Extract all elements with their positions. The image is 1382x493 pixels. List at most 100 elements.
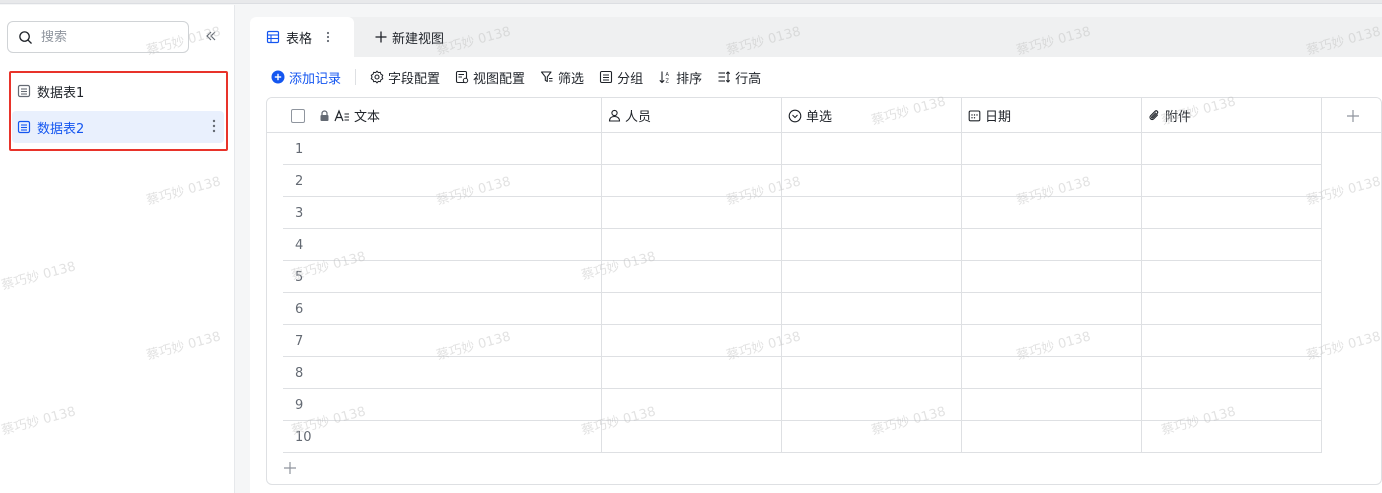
column-divider	[1141, 389, 1142, 421]
table-row[interactable]: 5	[283, 261, 1322, 293]
sidebar-item-table-2[interactable]: 数据表2	[12, 111, 224, 143]
more-vertical-icon[interactable]	[326, 31, 330, 43]
column-divider	[601, 389, 602, 421]
row-number: 6	[295, 302, 304, 317]
sidebar-item-table-1[interactable]: 数据表1	[12, 75, 224, 107]
column-divider	[781, 421, 782, 453]
tab-label: 表格	[286, 31, 313, 47]
row-number: 1	[295, 142, 304, 157]
column-divider	[781, 165, 782, 197]
table-row[interactable]: 7	[283, 325, 1322, 357]
grid-header: 文本 人员 单选 日期 附件	[267, 98, 1381, 133]
text-icon	[334, 108, 350, 123]
column-divider	[1141, 261, 1142, 293]
column-divider	[1321, 421, 1322, 453]
column-divider	[601, 261, 602, 293]
column-header-attachment[interactable]: 附件	[1142, 98, 1322, 133]
collapse-sidebar-icon[interactable]	[202, 27, 220, 45]
column-divider	[1141, 357, 1142, 389]
field-config-button[interactable]: 字段配置	[370, 68, 440, 87]
column-label: 日期	[985, 110, 1012, 125]
table-list: 数据表1 数据表2	[9, 71, 228, 151]
calendar-icon	[968, 109, 981, 122]
top-border	[0, 0, 1382, 4]
column-divider	[1321, 389, 1322, 421]
table-row[interactable]: 6	[283, 293, 1322, 325]
new-view-button[interactable]: 新建视图	[374, 27, 444, 47]
table-icon	[17, 120, 31, 134]
table-row[interactable]: 1	[283, 133, 1322, 165]
row-number: 10	[295, 430, 312, 445]
add-column-button[interactable]	[1322, 98, 1381, 133]
search-icon	[18, 30, 33, 45]
column-divider	[601, 133, 602, 165]
gear-icon	[370, 70, 384, 84]
toolbar: 添加记录 字段配置 视图配置 筛选 分组 A Z 排序 行高	[271, 67, 776, 87]
column-header-single-select[interactable]: 单选	[782, 98, 962, 133]
column-divider	[1321, 133, 1322, 165]
group-label: 分组	[617, 71, 644, 87]
toolbar-divider	[355, 69, 357, 85]
svg-text:Z: Z	[666, 79, 670, 85]
sort-label: 排序	[676, 71, 703, 87]
column-header-person[interactable]: 人员	[602, 98, 782, 133]
lock-icon	[319, 109, 330, 122]
column-divider	[1141, 165, 1142, 197]
column-divider	[781, 293, 782, 325]
grid-rows: 1 2 3 4 5 6 7 8 9 10	[283, 133, 1322, 453]
group-icon	[599, 70, 613, 84]
column-divider	[1321, 229, 1322, 261]
column-divider	[961, 325, 962, 357]
column-divider	[1141, 325, 1142, 357]
column-divider	[961, 293, 962, 325]
column-divider	[601, 421, 602, 453]
row-number: 9	[295, 398, 304, 413]
more-vertical-icon[interactable]	[212, 119, 216, 133]
add-row-button[interactable]	[283, 456, 303, 480]
table-row[interactable]: 10	[283, 421, 1322, 453]
row-height-button[interactable]: 行高	[717, 68, 761, 87]
sidebar-item-label: 数据表1	[37, 85, 85, 101]
table-row[interactable]: 2	[283, 165, 1322, 197]
column-divider	[1321, 197, 1322, 229]
column-header-date[interactable]: 日期	[962, 98, 1142, 133]
column-divider	[1321, 293, 1322, 325]
column-divider	[781, 133, 782, 165]
column-divider	[1141, 421, 1142, 453]
column-divider	[1321, 165, 1322, 197]
row-height-icon	[717, 70, 731, 84]
field-config-label: 字段配置	[388, 71, 441, 87]
column-divider	[961, 165, 962, 197]
column-divider	[961, 389, 962, 421]
row-number: 5	[295, 270, 304, 285]
column-divider	[601, 293, 602, 325]
search-box[interactable]	[7, 21, 189, 53]
filter-button[interactable]: 筛选	[540, 68, 584, 87]
group-button[interactable]: 分组	[599, 68, 643, 87]
column-divider	[961, 197, 962, 229]
search-input[interactable]	[41, 29, 171, 45]
view-tabs: 表格 新建视图	[250, 17, 1382, 57]
sort-button[interactable]: AZ 排序	[658, 68, 702, 87]
table-row[interactable]: 8	[283, 357, 1322, 389]
plus-icon	[284, 462, 296, 474]
column-header-text[interactable]: 文本	[267, 98, 602, 133]
table-row[interactable]: 4	[283, 229, 1322, 261]
main-panel: 表格 新建视图 添加记录 字段配置 视图配置 筛选 分组 A Z 排序 行高 文…	[250, 17, 1382, 493]
select-all-checkbox[interactable]	[291, 108, 305, 123]
add-record-button[interactable]: 添加记录	[271, 68, 341, 87]
add-circle-icon	[271, 70, 285, 84]
column-divider	[781, 325, 782, 357]
column-label: 人员	[625, 110, 652, 125]
column-label: 单选	[806, 110, 833, 125]
tab-grid-view[interactable]: 表格	[250, 17, 354, 57]
column-divider	[961, 133, 962, 165]
column-divider	[1141, 197, 1142, 229]
table-row[interactable]: 3	[283, 197, 1322, 229]
column-divider	[781, 261, 782, 293]
data-grid: 文本 人员 单选 日期 附件 1 2 3 4 5 6 7 8 9 10	[266, 97, 1382, 485]
table-row[interactable]: 9	[283, 389, 1322, 421]
column-divider	[601, 229, 602, 261]
column-divider	[1141, 133, 1142, 165]
view-config-button[interactable]: 视图配置	[455, 68, 525, 87]
